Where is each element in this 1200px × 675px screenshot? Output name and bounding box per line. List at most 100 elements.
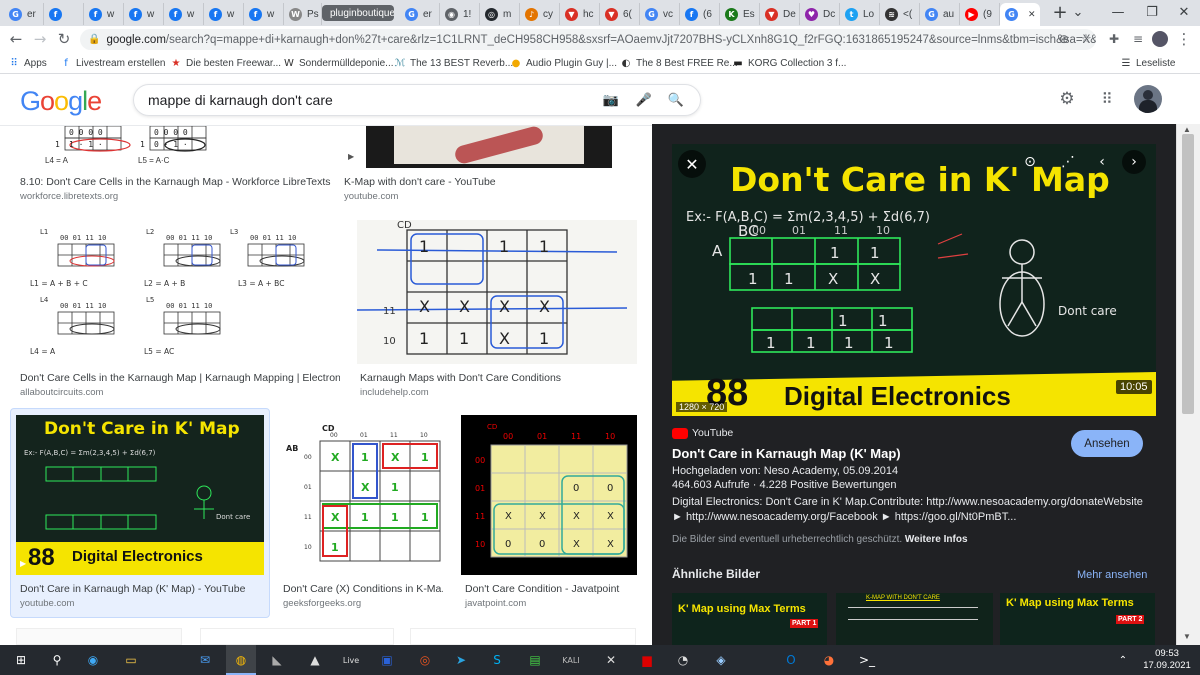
bookmark-item[interactable]: ⠿ Apps	[8, 55, 46, 71]
profile-avatar[interactable]	[1150, 29, 1170, 49]
visual-search-icon[interactable]: ⊙	[1018, 150, 1042, 174]
bookmark-item[interactable]: ℳ The 13 BEST Reverb...	[394, 55, 514, 71]
search-icon[interactable]: 🔍	[668, 92, 684, 108]
result-thumbnail-partial[interactable]	[410, 628, 636, 645]
visit-button[interactable]: Ansehen	[1071, 430, 1143, 457]
result-thumbnail-allaboutcircuits[interactable]: L1 00 01 11 10 L1 = A + B + C L2 00 01 11 10…	[16, 220, 340, 364]
preview-image[interactable]: Don't Care in K' Map Ex:- F(A,B,C) = Σm(…	[672, 144, 1156, 416]
browser-tab[interactable]: Ger	[4, 3, 44, 25]
browser-tab[interactable]: K Es	[720, 3, 760, 25]
browser-tab[interactable]: ♥ Dc	[800, 3, 840, 25]
close-tool-icon[interactable]: ✕	[596, 648, 626, 672]
ubuntu-icon[interactable]: ◎	[410, 648, 440, 672]
result-caption[interactable]: Don't Care Condition - Javatpoint	[465, 583, 637, 595]
close-window-icon[interactable]: ✕	[1172, 2, 1196, 22]
result-thumbnail-youtube-kmap[interactable]: ▶	[344, 126, 636, 170]
result-thumbnail-partial[interactable]	[200, 628, 394, 645]
browser-tab[interactable]: pluginboutique	[322, 5, 394, 21]
browser-tab[interactable]: ♪ cy	[520, 3, 560, 25]
speedtest-icon[interactable]: ◔	[668, 648, 698, 672]
microphone-icon[interactable]: 🎤	[636, 92, 652, 108]
close-tab-icon[interactable]: ✕	[1028, 10, 1036, 20]
terminal-icon[interactable]: ▤	[520, 648, 550, 672]
bookmark-item[interactable]: f Livestream erstellen	[60, 55, 165, 71]
app-badge-icon[interactable]: ▆	[632, 648, 662, 672]
system-clock[interactable]: 09:53 17.09.2021	[1138, 648, 1196, 672]
media-icon[interactable]: ≡	[1128, 29, 1148, 49]
restore-icon[interactable]: ❐	[1140, 2, 1164, 22]
result-thumbnail-neso[interactable]: Don't Care in K' Map Ex:- F(A,B,C) = Σm(…	[16, 415, 264, 575]
previous-image-icon[interactable]: ‹	[1090, 150, 1114, 174]
bookmark-item[interactable]: W Sondermülldeponie...	[283, 55, 393, 71]
result-caption[interactable]: Don't Care Cells in the Karnaugh Map | K…	[20, 372, 340, 384]
firefox-icon[interactable]: ◕	[814, 648, 844, 672]
forward-icon[interactable]: →	[30, 29, 50, 49]
mail-icon[interactable]: ✉	[190, 648, 220, 672]
result-thumbnail-geeksforgeeks[interactable]: CD AB 00 01 11 10 00 01 11 10 X 1 X 1 X 1 X 1 1 1 1	[280, 415, 450, 575]
account-avatar[interactable]	[1134, 85, 1162, 113]
result-thumbnail-partial[interactable]	[16, 628, 182, 645]
browser-tab[interactable]: ▼ De	[760, 3, 800, 25]
browser-tab[interactable]: W Ps	[284, 3, 322, 25]
browser-tab[interactable]: ◉ 1!	[440, 3, 480, 25]
browser-tab[interactable]: fw	[84, 3, 124, 25]
preview-source[interactable]: YouTube	[692, 427, 733, 439]
similar-image[interactable]: K' Map using Max Terms PART 2	[1000, 593, 1155, 645]
browser-tab[interactable]: f	[44, 3, 84, 25]
result-thumbnail-libretexts[interactable]: 0 0 0 01 · 1 · 0 0 0 00 · 1 · 11 L4 = A …	[20, 126, 338, 170]
minimize-icon[interactable]: —	[1106, 2, 1130, 22]
scroll-down-icon[interactable]: ▼	[1183, 632, 1191, 641]
windows-start-icon[interactable]: ⊞	[6, 648, 36, 672]
scrollbar-thumb[interactable]	[1182, 134, 1194, 414]
live-icon[interactable]: Live	[336, 648, 366, 672]
result-caption[interactable]: K-Map with don't care - YouTube	[344, 176, 636, 188]
extensions-icon[interactable]: ✚	[1104, 29, 1124, 49]
lens-icon[interactable]: ⊕	[1054, 29, 1074, 49]
bookmark-item[interactable]: ● Audio Plugin Guy |...	[510, 55, 617, 71]
browser-tab[interactable]: G ✕	[1000, 3, 1040, 26]
cube-icon[interactable]: ◈	[706, 648, 736, 672]
browser-tab[interactable]: fw	[124, 3, 164, 25]
browser-tab[interactable]: ▼ 6(	[600, 3, 640, 25]
tab-search-icon[interactable]: ⌄	[1066, 2, 1090, 22]
browser-tab[interactable]: ▼ hc	[560, 3, 600, 25]
app-icon[interactable]: ◣	[262, 648, 292, 672]
preview-title-link[interactable]: Don't Care in Karnaugh Map (K' Map)	[672, 446, 901, 461]
system-tray-chevron-icon[interactable]: ⌃	[1108, 648, 1138, 672]
result-caption[interactable]: Don't Care (X) Conditions in K-Ma...	[283, 583, 443, 595]
bookmark-item[interactable]: ▬ KORG Collection 3 f...	[732, 55, 846, 71]
browser-tab[interactable]: ◎ m	[480, 3, 520, 25]
address-bar[interactable]: 🔒 google.com/search?q=mappe+di+karnaugh+…	[80, 29, 1096, 50]
apps-grid-icon[interactable]: ⠿	[1099, 90, 1115, 108]
inkscape-icon[interactable]: ▲	[300, 648, 330, 672]
scroll-up-icon[interactable]: ▲	[1183, 125, 1191, 134]
page-scrollbar[interactable]: ▲ ▼	[1176, 124, 1200, 645]
google-logo[interactable]: Google	[20, 86, 102, 117]
chrome-icon[interactable]: ◍	[226, 648, 256, 672]
see-more-link[interactable]: Mehr ansehen	[1077, 569, 1147, 581]
more-info-link[interactable]: Weitere Infos	[905, 534, 968, 545]
browser-tab[interactable]: ▶ (9	[960, 3, 1000, 25]
result-thumbnail-javatpoint[interactable]: CD 00 01 11 10 00 01 11 10 0 0 X X X X 0 0 X X	[461, 415, 637, 575]
search-icon[interactable]: ⚲	[42, 648, 72, 672]
camera-icon[interactable]: 📷	[603, 92, 619, 108]
browser-tab[interactable]: Gvc	[640, 3, 680, 25]
bookmark-star-icon[interactable]: ☆	[1076, 29, 1096, 49]
bookmark-item[interactable]: ◐ The 8 Best FREE Re...	[620, 55, 738, 71]
browser-tab[interactable]: Gau	[920, 3, 960, 25]
result-caption[interactable]: Don't Care in Karnaugh Map (K' Map) - Yo…	[20, 583, 264, 595]
result-thumbnail-includehelp[interactable]: 111 XXXX 11X1 CD 11 10	[357, 220, 637, 364]
video-icon[interactable]: ▣	[372, 648, 402, 672]
browser-tab[interactable]: f (6	[680, 3, 720, 25]
similar-image[interactable]: K-MAP WITH DON'T CARE	[836, 593, 993, 645]
console-icon[interactable]: >_	[852, 648, 882, 672]
file-explorer-icon[interactable]: ▭	[116, 648, 146, 672]
browser-tab[interactable]: Ger	[400, 3, 440, 25]
result-caption[interactable]: Karnaugh Maps with Don't Care Conditions	[360, 372, 640, 384]
reload-icon[interactable]: ↻	[54, 29, 74, 49]
skype-icon[interactable]: S	[482, 648, 512, 672]
browser-tab[interactable]: t Lo	[840, 3, 880, 25]
telegram-icon[interactable]: ➤	[446, 648, 476, 672]
menu-icon[interactable]: ⋮	[1174, 29, 1194, 49]
kali-icon[interactable]: KALI	[556, 648, 586, 672]
